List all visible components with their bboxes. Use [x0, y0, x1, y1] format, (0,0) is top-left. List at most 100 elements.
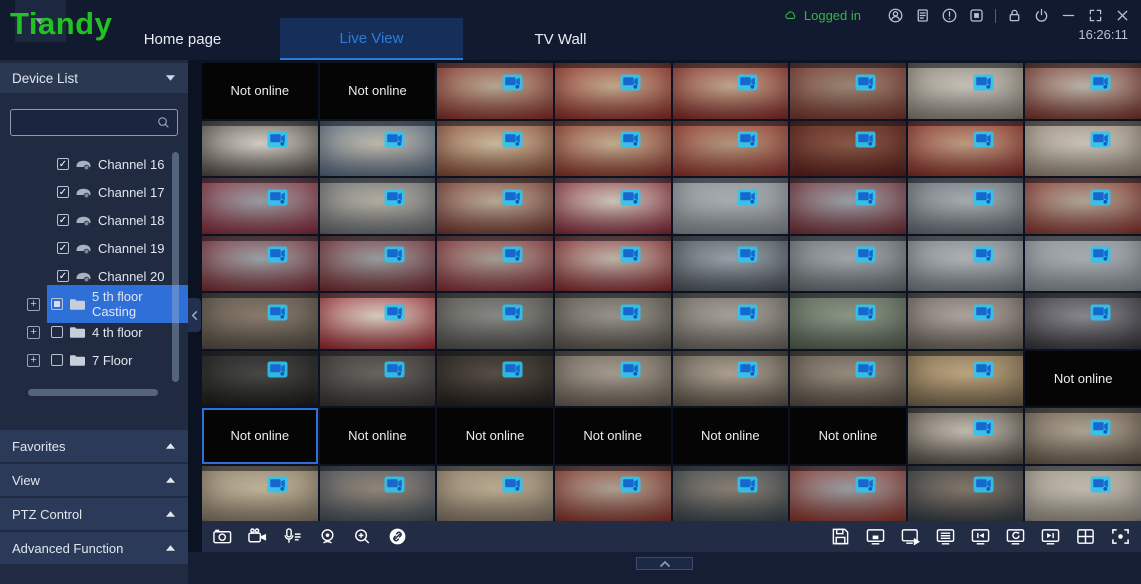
toolbar-collapse-button[interactable]: [636, 557, 693, 570]
section-advanced-function[interactable]: Advanced Function: [0, 532, 188, 564]
video-tile-21[interactable]: [673, 178, 789, 234]
power-icon[interactable]: [1033, 7, 1050, 24]
video-tile-2[interactable]: Not online: [320, 63, 436, 119]
next-page-icon[interactable]: [1040, 527, 1061, 546]
video-tile-8[interactable]: [1025, 63, 1141, 119]
split-grid-icon[interactable]: [1075, 527, 1096, 546]
tree-channel-channel-17[interactable]: ✓Channel 17: [0, 178, 188, 206]
close-icon[interactable]: [1114, 7, 1131, 24]
video-tile-28[interactable]: [555, 236, 671, 292]
tree-folder-5-th-floor-casting[interactable]: +5 th floor Casting: [0, 290, 188, 318]
tree-horizontal-scrollbar[interactable]: [28, 389, 158, 396]
video-tile-15[interactable]: [908, 121, 1024, 177]
tree-channel-channel-19[interactable]: ✓Channel 19: [0, 234, 188, 262]
video-tile-13[interactable]: [673, 121, 789, 177]
stream-link-icon[interactable]: [387, 527, 408, 546]
video-tile-5[interactable]: [673, 63, 789, 119]
tree-channel-channel-18[interactable]: ✓Channel 18: [0, 206, 188, 234]
video-tile-14[interactable]: [790, 121, 906, 177]
video-tile-46[interactable]: [790, 351, 906, 407]
video-tile-56[interactable]: [1025, 408, 1141, 464]
channel-checkbox[interactable]: ✓: [57, 186, 69, 198]
auto-cycle-icon[interactable]: [1005, 527, 1026, 546]
search-input[interactable]: [11, 110, 177, 135]
video-tile-3[interactable]: [437, 63, 553, 119]
video-tile-49[interactable]: Not online: [202, 408, 318, 464]
sidebar-collapse-handle[interactable]: [188, 298, 201, 332]
tree-channel-channel-16[interactable]: ✓Channel 16: [0, 150, 188, 178]
channel-checkbox[interactable]: ✓: [57, 242, 69, 254]
stop-icon[interactable]: [968, 7, 985, 24]
video-tile-48[interactable]: Not online: [1025, 351, 1141, 407]
maximize-icon[interactable]: [1087, 7, 1104, 24]
video-tile-39[interactable]: [908, 293, 1024, 349]
video-tile-18[interactable]: [320, 178, 436, 234]
video-tile-9[interactable]: [202, 121, 318, 177]
tab-live-view[interactable]: Live View: [280, 18, 463, 60]
screen-list-icon[interactable]: [935, 527, 956, 546]
folder-row[interactable]: 7 Floor: [47, 349, 140, 372]
video-tile-64[interactable]: [1025, 466, 1141, 522]
video-tile-22[interactable]: [790, 178, 906, 234]
video-tile-51[interactable]: Not online: [437, 408, 553, 464]
video-tile-57[interactable]: [202, 466, 318, 522]
video-tile-59[interactable]: [437, 466, 553, 522]
video-tile-11[interactable]: [437, 121, 553, 177]
video-tile-38[interactable]: [790, 293, 906, 349]
video-tile-19[interactable]: [437, 178, 553, 234]
section-favorites[interactable]: Favorites: [0, 430, 188, 462]
tree-vertical-scrollbar[interactable]: [172, 152, 179, 382]
video-tile-41[interactable]: [202, 351, 318, 407]
video-tile-12[interactable]: [555, 121, 671, 177]
tab-home-page[interactable]: Home page: [85, 18, 280, 60]
folder-row[interactable]: 4 th floor: [47, 321, 151, 344]
video-tile-7[interactable]: [908, 63, 1024, 119]
digital-zoom-icon[interactable]: [352, 527, 373, 546]
video-tile-45[interactable]: [673, 351, 789, 407]
video-tile-33[interactable]: [202, 293, 318, 349]
account-icon[interactable]: [887, 7, 904, 24]
video-tile-16[interactable]: [1025, 121, 1141, 177]
prev-page-icon[interactable]: [970, 527, 991, 546]
video-tile-4[interactable]: [555, 63, 671, 119]
video-tile-62[interactable]: [790, 466, 906, 522]
video-tile-30[interactable]: [790, 236, 906, 292]
single-screen-icon[interactable]: [865, 527, 886, 546]
video-tile-37[interactable]: [673, 293, 789, 349]
video-tile-36[interactable]: [555, 293, 671, 349]
video-tile-10[interactable]: [320, 121, 436, 177]
video-tile-29[interactable]: [673, 236, 789, 292]
video-tile-32[interactable]: [1025, 236, 1141, 292]
audio-icon[interactable]: [317, 527, 338, 546]
video-tile-44[interactable]: [555, 351, 671, 407]
section-ptz-control[interactable]: PTZ Control: [0, 498, 188, 530]
video-tile-63[interactable]: [908, 466, 1024, 522]
video-tile-43[interactable]: [437, 351, 553, 407]
video-tile-27[interactable]: [437, 236, 553, 292]
video-tile-23[interactable]: [908, 178, 1024, 234]
video-tile-20[interactable]: [555, 178, 671, 234]
video-tile-47[interactable]: [908, 351, 1024, 407]
save-icon[interactable]: [830, 527, 851, 546]
video-tile-53[interactable]: Not online: [673, 408, 789, 464]
video-tile-31[interactable]: [908, 236, 1024, 292]
record-icon[interactable]: [247, 527, 268, 546]
folder-checkbox[interactable]: [51, 298, 63, 310]
minimize-icon[interactable]: [1060, 7, 1077, 24]
video-tile-40[interactable]: [1025, 293, 1141, 349]
video-tile-52[interactable]: Not online: [555, 408, 671, 464]
video-tile-35[interactable]: [437, 293, 553, 349]
video-tile-58[interactable]: [320, 466, 436, 522]
video-tile-17[interactable]: [202, 178, 318, 234]
video-tile-26[interactable]: [320, 236, 436, 292]
video-tile-42[interactable]: [320, 351, 436, 407]
folder-checkbox[interactable]: [51, 326, 63, 338]
channel-checkbox[interactable]: ✓: [57, 214, 69, 226]
video-tile-54[interactable]: Not online: [790, 408, 906, 464]
talk-icon[interactable]: [282, 527, 303, 546]
video-tile-34[interactable]: [320, 293, 436, 349]
fullscreen-icon[interactable]: [1110, 527, 1131, 546]
device-list-header[interactable]: Device List: [0, 63, 188, 93]
expand-icon[interactable]: +: [27, 298, 40, 311]
screen-play-icon[interactable]: [900, 527, 921, 546]
